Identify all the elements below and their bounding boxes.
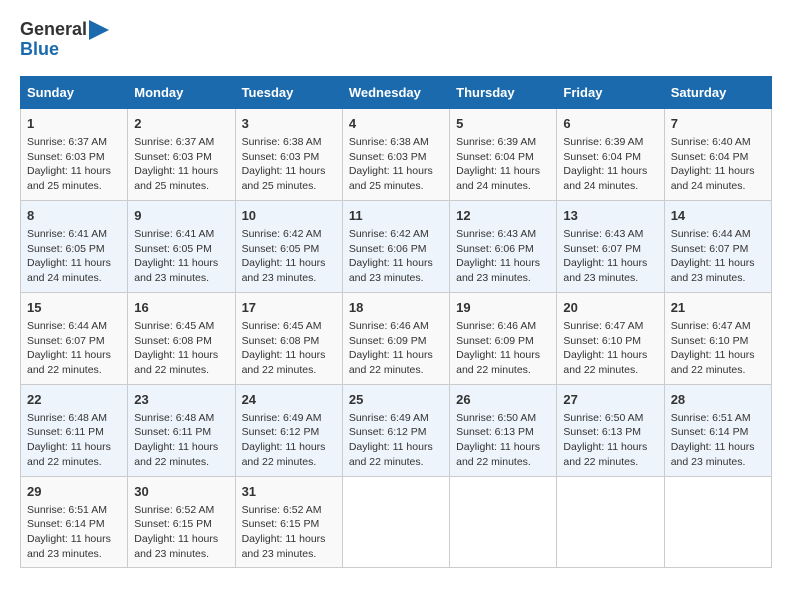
- day-number: 18: [349, 299, 443, 317]
- day-cell: 10Sunrise: 6:42 AMSunset: 6:05 PMDayligh…: [235, 200, 342, 292]
- col-header-tuesday: Tuesday: [235, 76, 342, 108]
- week-row-1: 1Sunrise: 6:37 AMSunset: 6:03 PMDaylight…: [21, 108, 772, 200]
- day-cell: 21Sunrise: 6:47 AMSunset: 6:10 PMDayligh…: [664, 292, 771, 384]
- day-number: 15: [27, 299, 121, 317]
- week-row-2: 8Sunrise: 6:41 AMSunset: 6:05 PMDaylight…: [21, 200, 772, 292]
- day-cell: 27Sunrise: 6:50 AMSunset: 6:13 PMDayligh…: [557, 384, 664, 476]
- day-number: 24: [242, 391, 336, 409]
- day-number: 11: [349, 207, 443, 225]
- day-cell: [557, 476, 664, 568]
- day-cell: [342, 476, 449, 568]
- calendar-table: SundayMondayTuesdayWednesdayThursdayFrid…: [20, 76, 772, 569]
- day-cell: 12Sunrise: 6:43 AMSunset: 6:06 PMDayligh…: [450, 200, 557, 292]
- day-number: 9: [134, 207, 228, 225]
- day-number: 14: [671, 207, 765, 225]
- day-number: 17: [242, 299, 336, 317]
- col-header-friday: Friday: [557, 76, 664, 108]
- day-number: 12: [456, 207, 550, 225]
- day-number: 19: [456, 299, 550, 317]
- day-cell: 17Sunrise: 6:45 AMSunset: 6:08 PMDayligh…: [235, 292, 342, 384]
- day-number: 26: [456, 391, 550, 409]
- day-number: 3: [242, 115, 336, 133]
- day-cell: 18Sunrise: 6:46 AMSunset: 6:09 PMDayligh…: [342, 292, 449, 384]
- column-headers: SundayMondayTuesdayWednesdayThursdayFrid…: [21, 76, 772, 108]
- day-cell: [664, 476, 771, 568]
- day-number: 1: [27, 115, 121, 133]
- logo-arrow-icon: [89, 20, 109, 40]
- day-cell: 24Sunrise: 6:49 AMSunset: 6:12 PMDayligh…: [235, 384, 342, 476]
- day-number: 10: [242, 207, 336, 225]
- day-number: 28: [671, 391, 765, 409]
- day-cell: 15Sunrise: 6:44 AMSunset: 6:07 PMDayligh…: [21, 292, 128, 384]
- col-header-saturday: Saturday: [664, 76, 771, 108]
- day-cell: 30Sunrise: 6:52 AMSunset: 6:15 PMDayligh…: [128, 476, 235, 568]
- day-cell: 6Sunrise: 6:39 AMSunset: 6:04 PMDaylight…: [557, 108, 664, 200]
- day-cell: 14Sunrise: 6:44 AMSunset: 6:07 PMDayligh…: [664, 200, 771, 292]
- day-number: 21: [671, 299, 765, 317]
- day-cell: 2Sunrise: 6:37 AMSunset: 6:03 PMDaylight…: [128, 108, 235, 200]
- day-cell: 5Sunrise: 6:39 AMSunset: 6:04 PMDaylight…: [450, 108, 557, 200]
- day-number: 23: [134, 391, 228, 409]
- day-number: 2: [134, 115, 228, 133]
- day-cell: 16Sunrise: 6:45 AMSunset: 6:08 PMDayligh…: [128, 292, 235, 384]
- day-number: 22: [27, 391, 121, 409]
- day-cell: 29Sunrise: 6:51 AMSunset: 6:14 PMDayligh…: [21, 476, 128, 568]
- day-cell: 23Sunrise: 6:48 AMSunset: 6:11 PMDayligh…: [128, 384, 235, 476]
- col-header-sunday: Sunday: [21, 76, 128, 108]
- day-cell: 3Sunrise: 6:38 AMSunset: 6:03 PMDaylight…: [235, 108, 342, 200]
- day-cell: 13Sunrise: 6:43 AMSunset: 6:07 PMDayligh…: [557, 200, 664, 292]
- col-header-monday: Monday: [128, 76, 235, 108]
- page-header: General Blue: [20, 20, 772, 60]
- week-row-3: 15Sunrise: 6:44 AMSunset: 6:07 PMDayligh…: [21, 292, 772, 384]
- col-header-wednesday: Wednesday: [342, 76, 449, 108]
- day-cell: 19Sunrise: 6:46 AMSunset: 6:09 PMDayligh…: [450, 292, 557, 384]
- day-number: 7: [671, 115, 765, 133]
- day-cell: 31Sunrise: 6:52 AMSunset: 6:15 PMDayligh…: [235, 476, 342, 568]
- day-cell: 11Sunrise: 6:42 AMSunset: 6:06 PMDayligh…: [342, 200, 449, 292]
- day-cell: [450, 476, 557, 568]
- week-row-4: 22Sunrise: 6:48 AMSunset: 6:11 PMDayligh…: [21, 384, 772, 476]
- day-number: 27: [563, 391, 657, 409]
- calendar-body: 1Sunrise: 6:37 AMSunset: 6:03 PMDaylight…: [21, 108, 772, 568]
- day-cell: 7Sunrise: 6:40 AMSunset: 6:04 PMDaylight…: [664, 108, 771, 200]
- day-number: 29: [27, 483, 121, 501]
- day-number: 20: [563, 299, 657, 317]
- day-cell: 25Sunrise: 6:49 AMSunset: 6:12 PMDayligh…: [342, 384, 449, 476]
- day-number: 6: [563, 115, 657, 133]
- day-number: 30: [134, 483, 228, 501]
- day-cell: 4Sunrise: 6:38 AMSunset: 6:03 PMDaylight…: [342, 108, 449, 200]
- day-number: 5: [456, 115, 550, 133]
- col-header-thursday: Thursday: [450, 76, 557, 108]
- day-cell: 8Sunrise: 6:41 AMSunset: 6:05 PMDaylight…: [21, 200, 128, 292]
- day-number: 25: [349, 391, 443, 409]
- week-row-5: 29Sunrise: 6:51 AMSunset: 6:14 PMDayligh…: [21, 476, 772, 568]
- day-number: 13: [563, 207, 657, 225]
- day-cell: 22Sunrise: 6:48 AMSunset: 6:11 PMDayligh…: [21, 384, 128, 476]
- day-number: 16: [134, 299, 228, 317]
- day-cell: 28Sunrise: 6:51 AMSunset: 6:14 PMDayligh…: [664, 384, 771, 476]
- day-number: 31: [242, 483, 336, 501]
- logo: General Blue: [20, 20, 109, 60]
- day-cell: 9Sunrise: 6:41 AMSunset: 6:05 PMDaylight…: [128, 200, 235, 292]
- day-cell: 1Sunrise: 6:37 AMSunset: 6:03 PMDaylight…: [21, 108, 128, 200]
- day-cell: 26Sunrise: 6:50 AMSunset: 6:13 PMDayligh…: [450, 384, 557, 476]
- day-number: 8: [27, 207, 121, 225]
- day-number: 4: [349, 115, 443, 133]
- day-cell: 20Sunrise: 6:47 AMSunset: 6:10 PMDayligh…: [557, 292, 664, 384]
